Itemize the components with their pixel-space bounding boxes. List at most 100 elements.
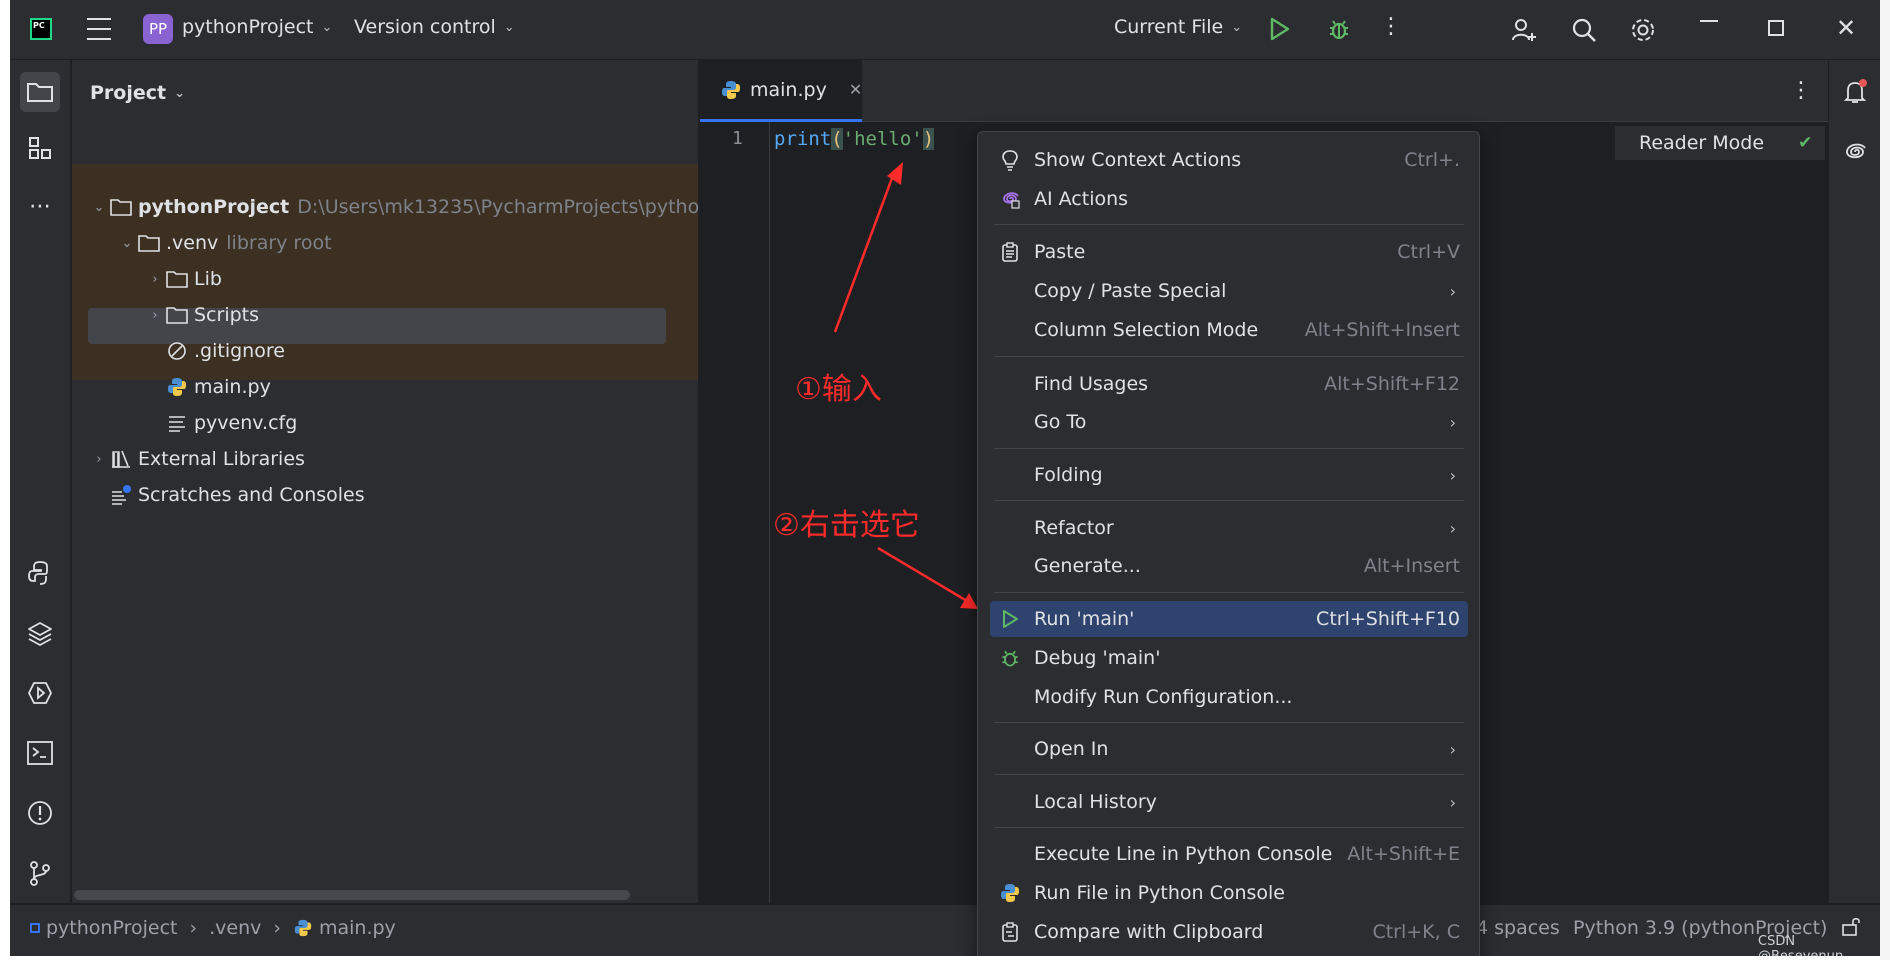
run-button[interactable] bbox=[1268, 16, 1292, 42]
main-menu-icon[interactable] bbox=[86, 18, 112, 40]
project-selector[interactable]: pythonProject ⌄ bbox=[182, 16, 332, 38]
menu-item-show-context-actions[interactable]: Show Context Actions Ctrl+. bbox=[990, 142, 1468, 178]
scratches-icon bbox=[110, 484, 132, 506]
menu-item-label: Run 'main' bbox=[1034, 608, 1135, 630]
menu-item-column-selection-mode[interactable]: Column Selection Mode Alt+Shift+Insert bbox=[990, 312, 1468, 348]
vcs-selector[interactable]: Version control ⌄ bbox=[354, 16, 515, 38]
menu-item-refactor[interactable]: Refactor › bbox=[990, 510, 1468, 546]
breadcrumb-project[interactable]: pythonProject bbox=[46, 917, 177, 939]
chevron-right-icon[interactable]: › bbox=[88, 452, 110, 467]
editor-more-icon[interactable]: ⋮ bbox=[1790, 78, 1812, 103]
menu-item-ai-actions[interactable]: AI Actions bbox=[990, 181, 1468, 217]
reader-mode-toggle[interactable]: Reader Mode ✔ bbox=[1615, 126, 1825, 160]
bug-icon bbox=[1330, 20, 1348, 40]
layers-icon bbox=[28, 622, 52, 646]
breadcrumb-venv[interactable]: .venv bbox=[209, 917, 261, 939]
more-actions-icon[interactable]: ⋮ bbox=[1380, 14, 1402, 39]
venv-name: .venv bbox=[166, 232, 219, 254]
menu-item-label: Generate... bbox=[1034, 555, 1141, 577]
tree-item-scripts[interactable]: › Scripts bbox=[144, 298, 259, 332]
tab-main-py[interactable]: main.py ✕ bbox=[700, 60, 862, 122]
debug-button[interactable] bbox=[1326, 16, 1352, 42]
project-tool-button[interactable] bbox=[20, 72, 60, 112]
menu-item-find-usages[interactable]: Find Usages Alt+Shift+F12 bbox=[990, 366, 1468, 402]
menu-item-run-file-console[interactable]: Run File in Python Console bbox=[990, 875, 1468, 911]
run-config-selector[interactable]: Current File ⌄ bbox=[1114, 16, 1242, 38]
menu-item-shortcut: Ctrl+. bbox=[1404, 149, 1460, 171]
chevron-down-icon[interactable]: ⌄ bbox=[116, 236, 138, 251]
editor-tab-bar: main.py ✕ ⋮ bbox=[700, 60, 1828, 122]
tree-item-main-py[interactable]: main.py bbox=[166, 370, 271, 404]
close-window-icon[interactable]: ✕ bbox=[1836, 14, 1856, 42]
status-bar: pythonProject › .venv › main.py 4 spaces… bbox=[10, 904, 1880, 956]
tree-item-venv[interactable]: ⌄ .venv library root bbox=[116, 226, 332, 260]
menu-separator bbox=[994, 448, 1464, 449]
project-panel-header[interactable]: Project ⌄ bbox=[90, 82, 185, 104]
menu-separator bbox=[994, 722, 1464, 723]
chevron-right-icon[interactable]: › bbox=[144, 308, 166, 323]
maximize-icon[interactable] bbox=[1768, 20, 1784, 36]
menu-separator bbox=[994, 827, 1464, 828]
pycharm-logo: PC bbox=[30, 18, 52, 40]
menu-item-debug-main[interactable]: Debug 'main' bbox=[990, 640, 1468, 676]
ai-assistant-button[interactable] bbox=[1841, 138, 1869, 170]
menu-item-copy-paste-special[interactable]: Copy / Paste Special › bbox=[990, 273, 1468, 309]
vcs-label: Version control bbox=[354, 16, 496, 38]
menu-item-open-in[interactable]: Open In › bbox=[990, 731, 1468, 767]
chevron-right-icon: › bbox=[1449, 281, 1456, 301]
menu-item-execute-line[interactable]: Execute Line in Python Console Alt+Shift+… bbox=[990, 836, 1468, 872]
reader-mode-label: Reader Mode bbox=[1639, 132, 1765, 154]
code-line[interactable]: print('hello') bbox=[774, 124, 935, 154]
menu-item-paste[interactable]: Paste Ctrl+V bbox=[990, 234, 1468, 270]
menu-item-shortcut: Ctrl+V bbox=[1397, 241, 1460, 263]
more-tools-icon[interactable]: ⋯ bbox=[20, 186, 60, 226]
menu-item-label: Paste bbox=[1034, 241, 1086, 263]
tree-item-pyvenv[interactable]: pyvenv.cfg bbox=[166, 406, 297, 440]
menu-separator bbox=[994, 774, 1464, 775]
lib-label: Lib bbox=[194, 268, 222, 290]
gitignore-label: .gitignore bbox=[194, 340, 285, 362]
python-console-icon bbox=[998, 881, 1022, 905]
menu-item-shortcut: Alt+Shift+Insert bbox=[1304, 319, 1460, 341]
terminal-tool-button[interactable] bbox=[20, 733, 60, 773]
tree-item-gitignore[interactable]: .gitignore bbox=[166, 334, 285, 368]
page-margin bbox=[1880, 0, 1890, 960]
menu-item-go-to[interactable]: Go To › bbox=[990, 404, 1468, 440]
tree-item-external-libraries[interactable]: › External Libraries bbox=[88, 442, 305, 476]
search-button[interactable] bbox=[1570, 16, 1598, 44]
tree-item-root[interactable]: ⌄ pythonProject D:\Users\mk13235\Pycharm… bbox=[88, 190, 731, 224]
project-badge[interactable]: PP bbox=[143, 14, 173, 44]
services-tool-button[interactable] bbox=[20, 673, 60, 713]
title-bar: PC PP pythonProject ⌄ Version control ⌄ … bbox=[10, 0, 1880, 60]
tree-item-lib[interactable]: › Lib bbox=[144, 262, 222, 296]
menu-item-compare-clipboard[interactable]: Compare with Clipboard Ctrl+K, C bbox=[990, 914, 1468, 950]
breadcrumb-file[interactable]: main.py bbox=[319, 917, 396, 939]
indent-setting[interactable]: 4 spaces bbox=[1476, 917, 1560, 939]
settings-button[interactable] bbox=[1628, 15, 1658, 45]
close-tab-icon[interactable]: ✕ bbox=[849, 80, 862, 99]
menu-item-generate[interactable]: Generate... Alt+Insert bbox=[990, 548, 1468, 584]
library-icon bbox=[110, 448, 132, 470]
menu-item-local-history[interactable]: Local History › bbox=[990, 784, 1468, 820]
structure-tool-button[interactable] bbox=[20, 128, 60, 168]
menu-item-folding[interactable]: Folding › bbox=[990, 457, 1468, 493]
chevron-right-icon: › bbox=[1449, 465, 1456, 485]
chevron-right-icon[interactable]: › bbox=[144, 272, 166, 287]
chevron-right-icon: › bbox=[189, 917, 198, 939]
tree-item-scratches[interactable]: Scratches and Consoles bbox=[110, 478, 365, 512]
menu-item-label: Debug 'main' bbox=[1034, 647, 1161, 669]
menu-item-modify-run-config[interactable]: Modify Run Configuration... bbox=[990, 679, 1468, 715]
horizontal-scrollbar[interactable] bbox=[74, 890, 630, 900]
add-user-button[interactable] bbox=[1510, 16, 1538, 44]
chevron-down-icon[interactable]: ⌄ bbox=[88, 200, 110, 215]
problems-tool-button[interactable] bbox=[20, 793, 60, 833]
menu-item-label: Folding bbox=[1034, 464, 1103, 486]
project-panel: Project ⌄ ⌄ pythonProject D:\Users\mk132… bbox=[72, 60, 730, 903]
python-packages-button[interactable] bbox=[20, 553, 60, 593]
menu-item-run-main[interactable]: Run 'main' Ctrl+Shift+F10 bbox=[990, 601, 1468, 637]
git-tool-button[interactable] bbox=[20, 853, 60, 893]
minimize-icon[interactable] bbox=[1700, 20, 1718, 22]
bell-icon bbox=[1843, 79, 1867, 103]
notifications-button[interactable] bbox=[1841, 78, 1869, 110]
layers-tool-button[interactable] bbox=[20, 613, 60, 653]
